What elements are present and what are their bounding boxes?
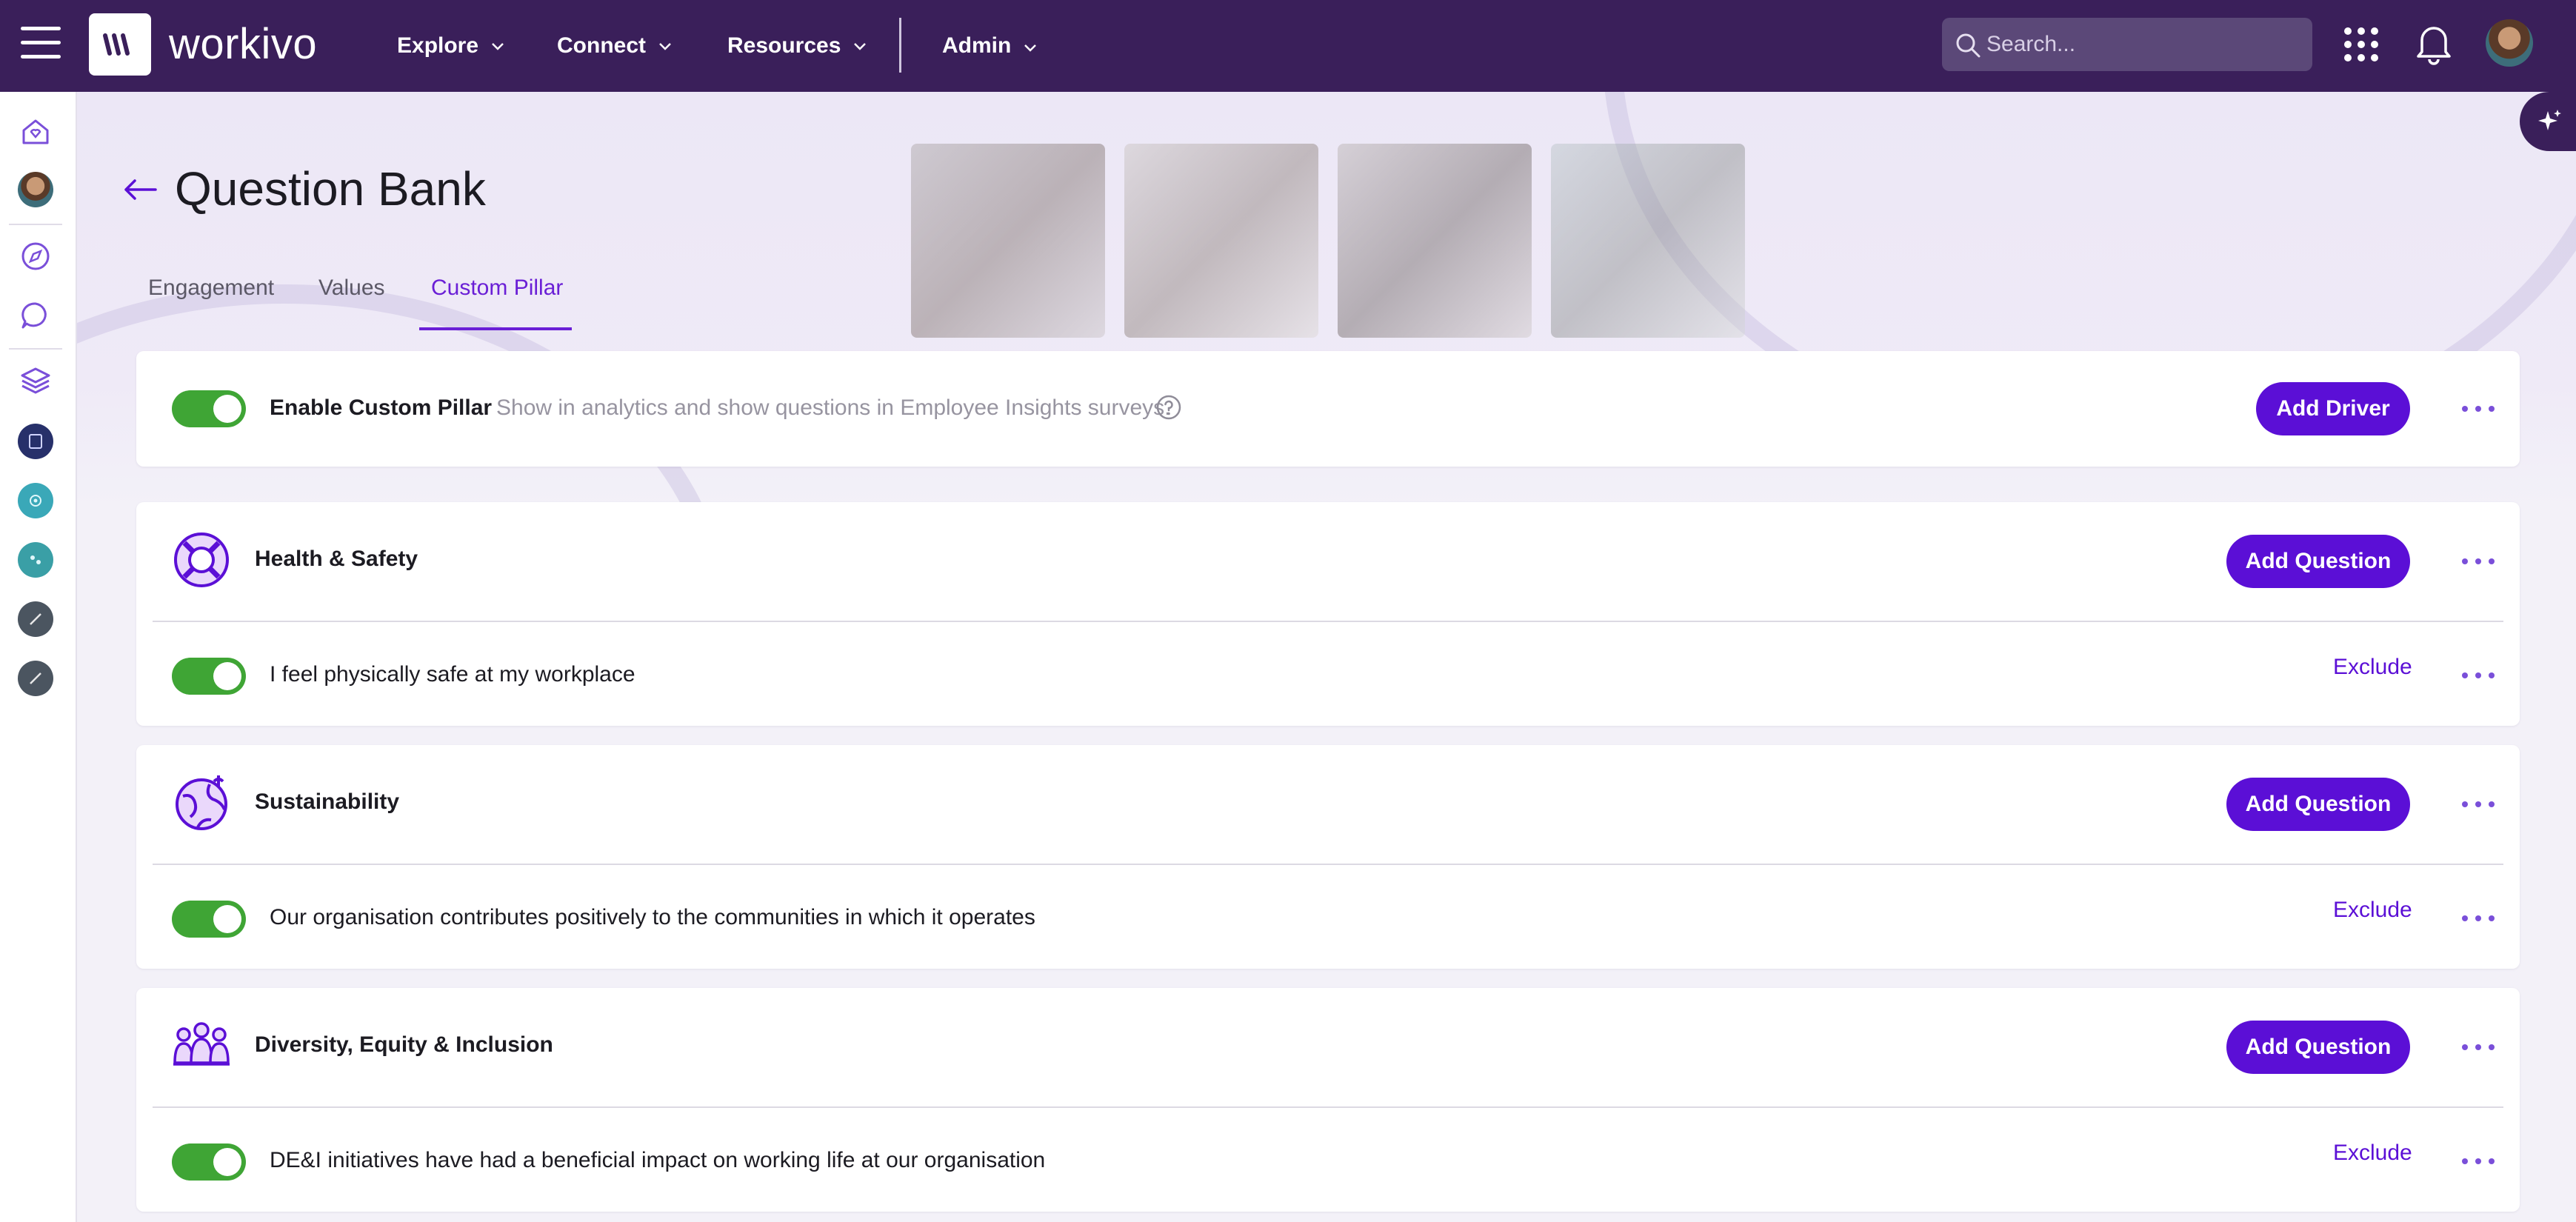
nav-explore[interactable]: Explore: [397, 0, 507, 92]
question-text: I feel physically safe at my workplace: [270, 662, 635, 687]
globe-icon: [172, 773, 231, 832]
tab-values[interactable]: Values: [318, 276, 385, 301]
active-tab-indicator: [419, 327, 572, 330]
header-photo: [1551, 144, 1745, 338]
people-icon: [172, 1016, 231, 1075]
driver-card-sustainability: Sustainability Add Question Our organisa…: [136, 745, 2520, 969]
more-options-icon[interactable]: [2462, 797, 2495, 812]
header-photo: [1338, 144, 1532, 338]
divider: [153, 864, 2503, 865]
tools-icon[interactable]: [18, 601, 53, 637]
more-options-icon[interactable]: [2462, 401, 2495, 416]
exclude-link[interactable]: Exclude: [2333, 655, 2412, 680]
nav-explore-label: Explore: [397, 33, 479, 58]
question-text: Our organisation contributes positively …: [270, 905, 1035, 929]
more-options-icon[interactable]: [2462, 911, 2495, 926]
logo-icon[interactable]: [89, 13, 151, 76]
question-toggle[interactable]: [172, 658, 246, 695]
driver-card-health-safety: Health & Safety Add Question I feel phys…: [136, 502, 2520, 726]
nav-resources[interactable]: Resources: [727, 0, 869, 92]
ai-assistant-sparkle-icon[interactable]: [2520, 92, 2576, 151]
menu-icon[interactable]: [21, 27, 61, 61]
add-driver-button[interactable]: Add Driver: [2256, 382, 2410, 435]
header-photo: [911, 144, 1105, 338]
back-arrow-icon[interactable]: [121, 175, 159, 204]
add-question-button[interactable]: Add Question: [2226, 535, 2410, 588]
enable-pillar-label: Enable Custom Pillar: [270, 395, 493, 420]
layers-icon[interactable]: [18, 363, 53, 398]
nav-admin-label: Admin: [942, 33, 1012, 58]
profile-avatar[interactable]: [18, 172, 53, 207]
more-options-icon[interactable]: [2462, 1040, 2495, 1055]
explore-compass-icon[interactable]: [18, 238, 53, 274]
enable-pillar-description: Show in analytics and show questions in …: [496, 395, 1171, 420]
chevron-down-icon: [659, 43, 671, 50]
divider: [153, 621, 2503, 622]
driver-title: Diversity, Equity & Inclusion: [255, 1032, 553, 1057]
enable-pillar-card: Enable Custom Pillar Show in analytics a…: [136, 351, 2520, 467]
question-text: DE&I initiatives have had a beneficial i…: [270, 1148, 1046, 1172]
top-navigation-bar: workivo Explore Connect Resources Admin …: [0, 0, 2576, 92]
divider: [153, 1106, 2503, 1108]
app-shortcut-icon[interactable]: [18, 483, 53, 518]
notification-bell-icon[interactable]: [2415, 22, 2453, 65]
help-question-icon[interactable]: [1155, 394, 1182, 421]
left-sidebar: [0, 92, 77, 1222]
app-shortcut-icon[interactable]: [18, 542, 53, 578]
search-icon: [1956, 33, 1981, 58]
driver-title: Health & Safety: [255, 547, 418, 571]
chevron-down-icon: [1024, 44, 1037, 52]
search-input[interactable]: Search...: [1942, 18, 2312, 71]
tab-engagement[interactable]: Engagement: [148, 276, 274, 301]
nav-connect-label: Connect: [557, 33, 646, 58]
user-avatar[interactable]: [2486, 19, 2533, 67]
home-icon[interactable]: [18, 114, 53, 150]
enable-pillar-toggle[interactable]: [172, 390, 246, 427]
nav-resources-label: Resources: [727, 33, 841, 58]
rail-divider: [9, 348, 62, 350]
nav-admin[interactable]: Admin: [942, 0, 1039, 92]
tab-custom-pillar[interactable]: Custom Pillar: [431, 276, 563, 301]
apps-grid-icon[interactable]: [2343, 27, 2379, 62]
question-toggle[interactable]: [172, 1143, 246, 1181]
chevron-down-icon: [854, 43, 867, 50]
add-question-button[interactable]: Add Question: [2226, 1021, 2410, 1074]
driver-card-diversity-equity-inclusion: Diversity, Equity & Inclusion Add Questi…: [136, 988, 2520, 1212]
more-options-icon[interactable]: [2462, 1154, 2495, 1169]
rail-divider: [9, 224, 62, 225]
search-placeholder: Search...: [1986, 32, 2076, 56]
tools-icon[interactable]: [18, 661, 53, 696]
page-title: Question Bank: [175, 162, 486, 216]
question-toggle[interactable]: [172, 901, 246, 938]
driver-title: Sustainability: [255, 789, 400, 814]
more-options-icon[interactable]: [2462, 668, 2495, 683]
chat-bubble-icon[interactable]: [18, 298, 53, 333]
header-photo: [1124, 144, 1318, 338]
exclude-link[interactable]: Exclude: [2333, 898, 2412, 923]
more-options-icon[interactable]: [2462, 554, 2495, 569]
nav-divider: [899, 18, 901, 73]
chevron-down-icon: [492, 43, 504, 50]
brand-name[interactable]: workivo: [169, 19, 317, 69]
add-question-button[interactable]: Add Question: [2226, 778, 2410, 831]
lifebuoy-icon: [172, 530, 231, 590]
exclude-link[interactable]: Exclude: [2333, 1141, 2412, 1166]
nav-connect[interactable]: Connect: [557, 0, 674, 92]
app-shortcut-icon[interactable]: [18, 424, 53, 459]
